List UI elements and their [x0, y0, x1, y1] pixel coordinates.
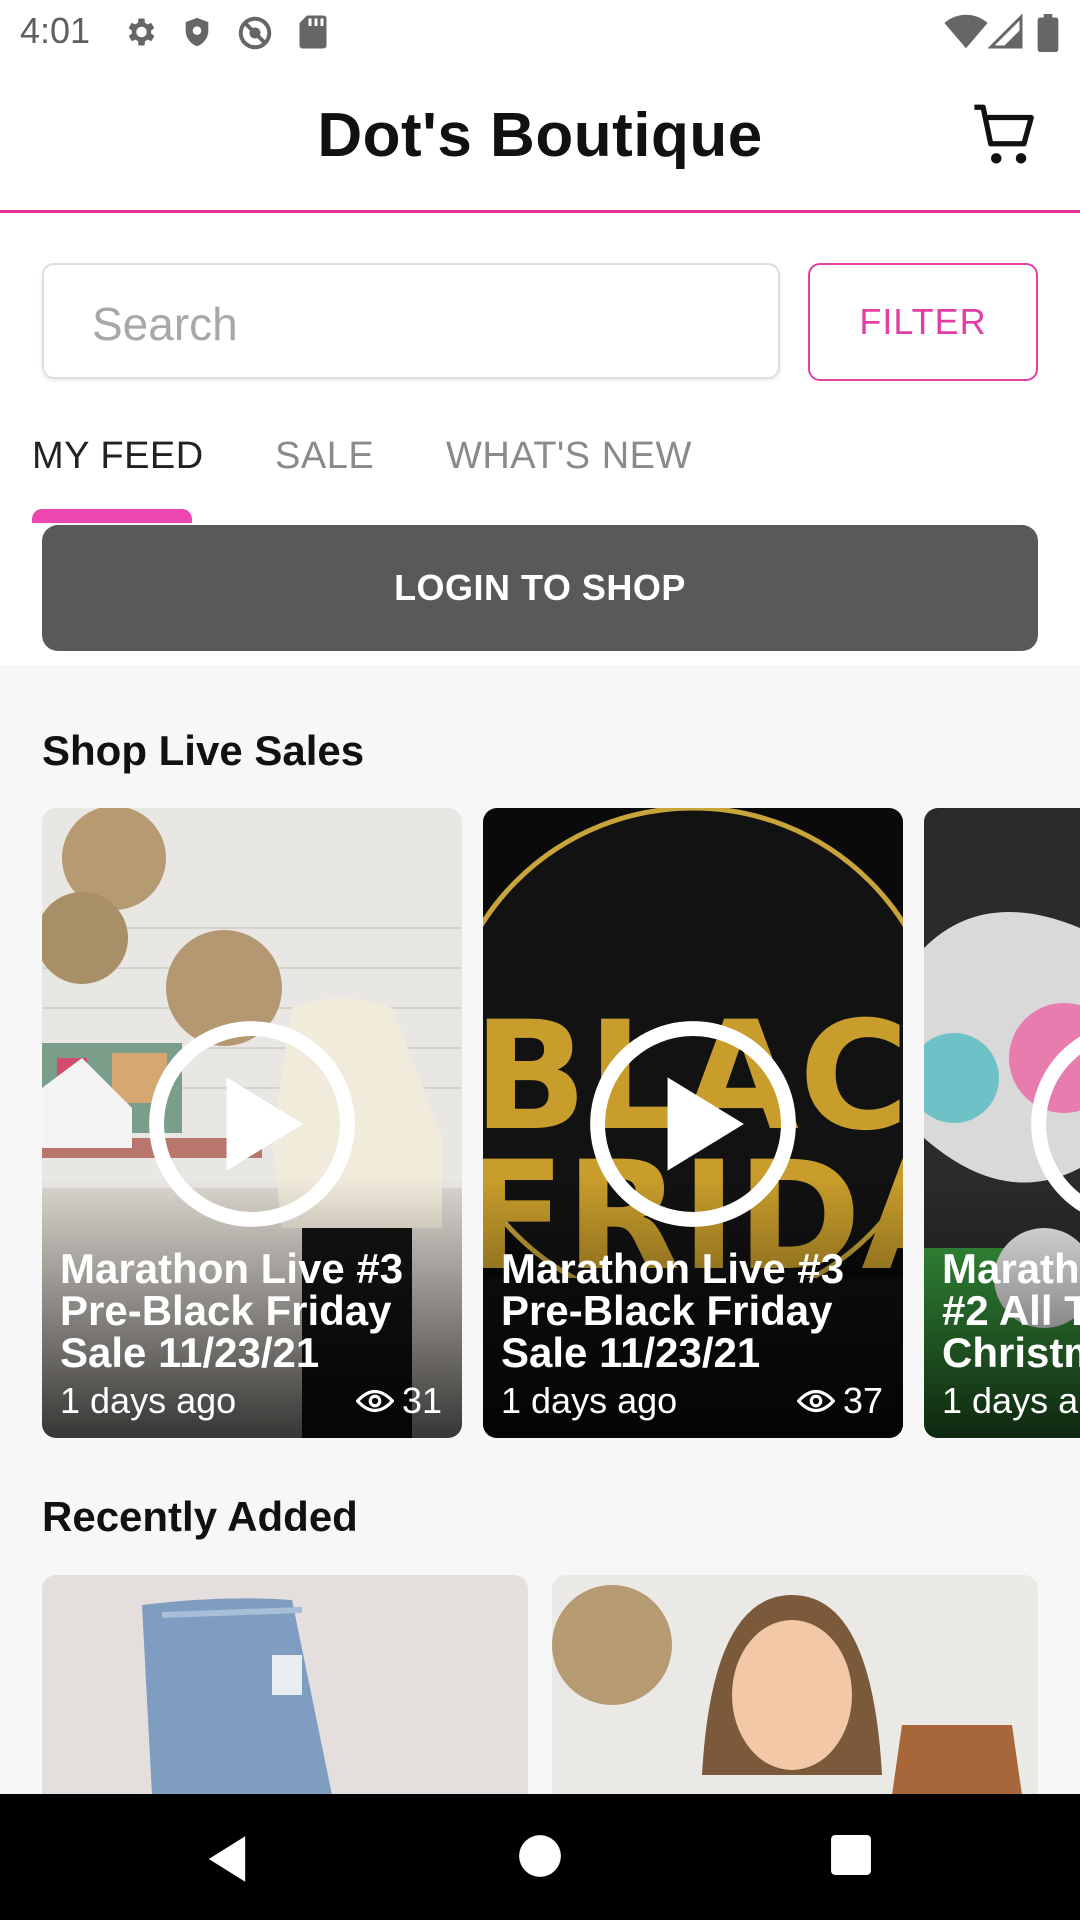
view-count: 37: [796, 1380, 883, 1422]
live-sale-title: Marathon Live #3 Pre-Black Friday Sale 1…: [60, 1248, 460, 1374]
product-card[interactable]: [42, 1575, 528, 1795]
tab-sale[interactable]: SALE: [275, 435, 374, 478]
title-line: Sale 11/23/21: [501, 1329, 761, 1376]
live-sale-title: Marath #2 All T Christm: [942, 1248, 1080, 1374]
play-icon[interactable]: [587, 1018, 799, 1230]
product-image: [42, 1575, 528, 1795]
tab-whats-new[interactable]: WHAT'S NEW: [446, 435, 692, 478]
cart-button[interactable]: [970, 100, 1040, 170]
live-sale-card[interactable]: BLACK FRIDAY Marathon Live #3 Pre-Black …: [483, 808, 903, 1438]
section-title-recently-added: Recently Added: [42, 1493, 358, 1540]
eye-icon: [796, 1389, 835, 1413]
play-icon[interactable]: [146, 1018, 358, 1230]
title-line: Pre-Black Friday: [60, 1287, 392, 1334]
search-input[interactable]: [90, 293, 734, 355]
recents-icon[interactable]: [830, 1834, 872, 1876]
live-sale-time: 1 days a: [942, 1380, 1079, 1421]
signal-icon: [988, 14, 1023, 49]
view-count-value: 31: [401, 1380, 442, 1421]
sd-card-icon: [299, 15, 327, 49]
title-line: Christm: [942, 1329, 1080, 1376]
shield-icon: [185, 17, 209, 47]
system-nav-bar: [0, 1794, 1080, 1920]
product-card[interactable]: [552, 1575, 1038, 1795]
login-to-shop-button[interactable]: LOGIN TO SHOP: [42, 525, 1038, 651]
cart-icon: [974, 104, 1034, 164]
wifi-icon: [944, 14, 988, 49]
battery-icon: [1037, 14, 1059, 52]
filter-button[interactable]: FILTER: [808, 263, 1038, 381]
view-count: 31: [355, 1380, 442, 1422]
home-icon[interactable]: [518, 1834, 562, 1878]
section-title-live-sales: Shop Live Sales: [42, 727, 365, 774]
live-sale-time: 1 days ago: [501, 1380, 678, 1421]
play-icon[interactable]: [1028, 1018, 1080, 1230]
search-box[interactable]: [42, 263, 780, 379]
no-sync-icon: [238, 16, 272, 50]
store-title: Dot's Boutique: [317, 101, 763, 170]
title-line: Marath: [942, 1245, 1080, 1292]
title-line: Marathon Live #3: [501, 1245, 845, 1292]
status-time: 4:01: [20, 10, 91, 51]
status-bar: 4:01: [0, 0, 1080, 64]
eye-icon: [355, 1389, 394, 1413]
tab-my-feed[interactable]: MY FEED: [32, 435, 204, 478]
live-sale-card[interactable]: Marath #2 All T Christm 1 days a: [924, 808, 1080, 1438]
live-sale-time: 1 days ago: [60, 1380, 237, 1421]
live-sale-title: Marathon Live #3 Pre-Black Friday Sale 1…: [501, 1248, 901, 1374]
title-line: Sale 11/23/21: [60, 1329, 320, 1376]
title-line: Marathon Live #3: [60, 1245, 404, 1292]
title-line: #2 All T: [942, 1287, 1080, 1334]
view-count-value: 37: [842, 1380, 883, 1421]
back-icon[interactable]: [204, 1834, 250, 1884]
live-sale-card[interactable]: Marathon Live #3 Pre-Black Friday Sale 1…: [42, 808, 462, 1438]
product-image: [552, 1575, 1038, 1795]
active-tab-indicator: [32, 509, 192, 523]
top-controls: FILTER MY FEED SALE WHAT'S NEW LOGIN TO …: [0, 213, 1080, 665]
settings-icon: [128, 18, 155, 46]
title-line: Pre-Black Friday: [501, 1287, 833, 1334]
app-header: Dot's Boutique: [0, 64, 1080, 213]
